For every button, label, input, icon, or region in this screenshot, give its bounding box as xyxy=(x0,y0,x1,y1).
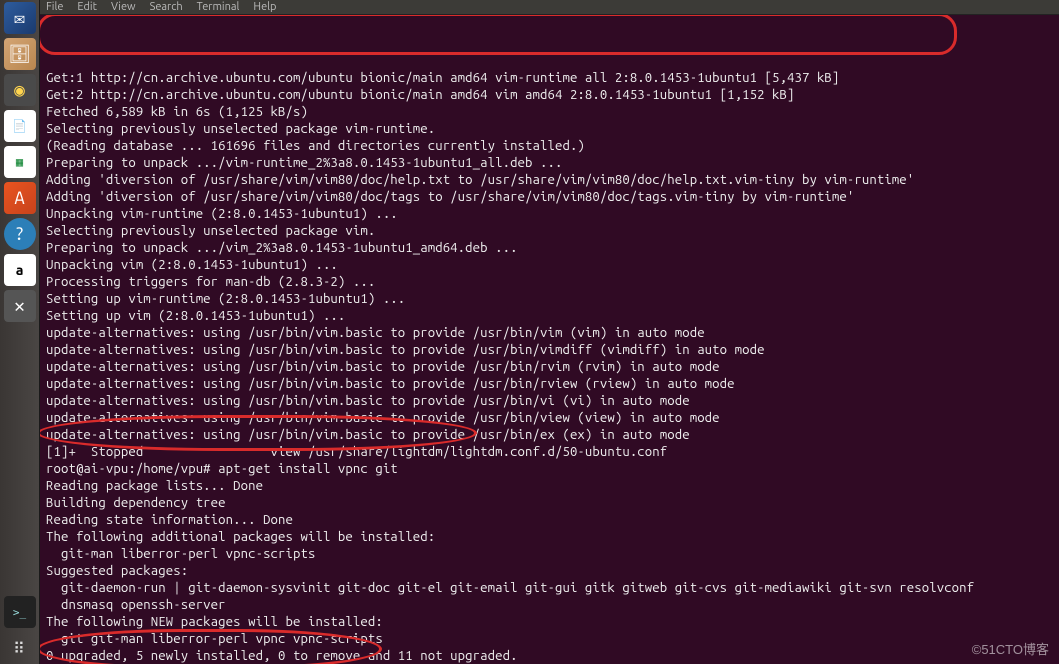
terminal-line: git-man liberror-perl vpnc-scripts xyxy=(46,546,1053,563)
help-icon[interactable]: ? xyxy=(4,218,36,250)
amazon-icon[interactable]: a xyxy=(4,254,36,286)
menu-terminal[interactable]: Terminal xyxy=(197,1,240,13)
menu-file[interactable]: File xyxy=(46,1,63,13)
menu-view[interactable]: View xyxy=(111,1,136,13)
terminal-line: update-alternatives: using /usr/bin/vim.… xyxy=(46,427,1053,444)
terminal-line: Unpacking vim (2:8.0.1453-1ubuntu1) ... xyxy=(46,257,1053,274)
terminal-line: Unpacking vim-runtime (2:8.0.1453-1ubunt… xyxy=(46,206,1053,223)
menubar: File Edit View Search Terminal Help xyxy=(40,0,1059,15)
menu-help[interactable]: Help xyxy=(253,1,276,13)
terminal-line: Get:1 http://cn.archive.ubuntu.com/ubunt… xyxy=(46,70,1053,87)
ubuntu-software-icon[interactable]: A xyxy=(4,182,36,214)
terminal-line: [1]+ Stopped view /usr/share/lightdm/lig… xyxy=(46,444,1053,461)
terminal-window: File Edit View Search Terminal Help Get:… xyxy=(40,0,1059,664)
terminal-line: (Reading database ... 161696 files and d… xyxy=(46,138,1053,155)
show-applications-icon[interactable]: ⠿ xyxy=(4,632,36,664)
terminal-line: Setting up vim-runtime (2:8.0.1453-1ubun… xyxy=(46,291,1053,308)
calc-icon[interactable]: ▦ xyxy=(4,146,36,178)
terminal-line: Preparing to unpack .../vim-runtime_2%3a… xyxy=(46,155,1053,172)
terminal-line: update-alternatives: using /usr/bin/vim.… xyxy=(46,342,1053,359)
terminal-line: Adding 'diversion of /usr/share/vim/vim8… xyxy=(46,172,1053,189)
terminal-line: Fetched 6,589 kB in 6s (1,125 kB/s) xyxy=(46,104,1053,121)
terminal-line: Selecting previously unselected package … xyxy=(46,223,1053,240)
terminal-line: Preparing to unpack .../vim_2%3a8.0.1453… xyxy=(46,240,1053,257)
files-icon[interactable]: 🗄 xyxy=(4,38,36,70)
terminal-line: Building dependency tree xyxy=(46,495,1053,512)
menu-search[interactable]: Search xyxy=(150,1,183,13)
music-icon[interactable]: ◉ xyxy=(4,74,36,106)
terminal-icon[interactable]: >_ xyxy=(4,596,36,628)
terminal-line: update-alternatives: using /usr/bin/vim.… xyxy=(46,410,1053,427)
terminal-line: Get:2 http://cn.archive.ubuntu.com/ubunt… xyxy=(46,87,1053,104)
writer-icon[interactable]: 📄 xyxy=(4,110,36,142)
settings-icon[interactable]: ✕ xyxy=(4,290,36,322)
terminal-line: root@ai-vpu:/home/vpu# apt-get install v… xyxy=(46,461,1053,478)
terminal-line: Setting up vim (2:8.0.1453-1ubuntu1) ... xyxy=(46,308,1053,325)
terminal-line: Adding 'diversion of /usr/share/vim/vim8… xyxy=(46,189,1053,206)
terminal-line: Reading package lists... Done xyxy=(46,478,1053,495)
terminal-line: Reading state information... Done xyxy=(46,512,1053,529)
terminal-line: The following NEW packages will be insta… xyxy=(46,614,1053,631)
watermark: ©51CTO博客 xyxy=(972,639,1049,658)
terminal-line: update-alternatives: using /usr/bin/vim.… xyxy=(46,325,1053,342)
terminal-line: The following additional packages will b… xyxy=(46,529,1053,546)
terminal-line: git-daemon-run | git-daemon-sysvinit git… xyxy=(46,580,1053,597)
terminal-line: update-alternatives: using /usr/bin/vim.… xyxy=(46,376,1053,393)
menu-edit[interactable]: Edit xyxy=(77,1,97,13)
terminal-line: dnsmasq openssh-server xyxy=(46,597,1053,614)
terminal-line: Selecting previously unselected package … xyxy=(46,121,1053,138)
unity-launcher: ✉ 🗄 ◉ 📄 ▦ A ? a ✕ >_ ⠿ xyxy=(0,0,40,664)
terminal-line: git git-man liberror-perl vpnc vpnc-scri… xyxy=(46,631,1053,648)
terminal-body[interactable]: Get:1 http://cn.archive.ubuntu.com/ubunt… xyxy=(40,15,1059,664)
terminal-line: update-alternatives: using /usr/bin/vim.… xyxy=(46,359,1053,376)
terminal-line: update-alternatives: using /usr/bin/vim.… xyxy=(46,393,1053,410)
thunderbird-icon[interactable]: ✉ xyxy=(4,2,36,34)
terminal-line: Suggested packages: xyxy=(46,563,1053,580)
terminal-line: Processing triggers for man-db (2.8.3-2)… xyxy=(46,274,1053,291)
terminal-line: 0 upgraded, 5 newly installed, 0 to remo… xyxy=(46,648,1053,664)
annotation-top xyxy=(40,15,957,55)
